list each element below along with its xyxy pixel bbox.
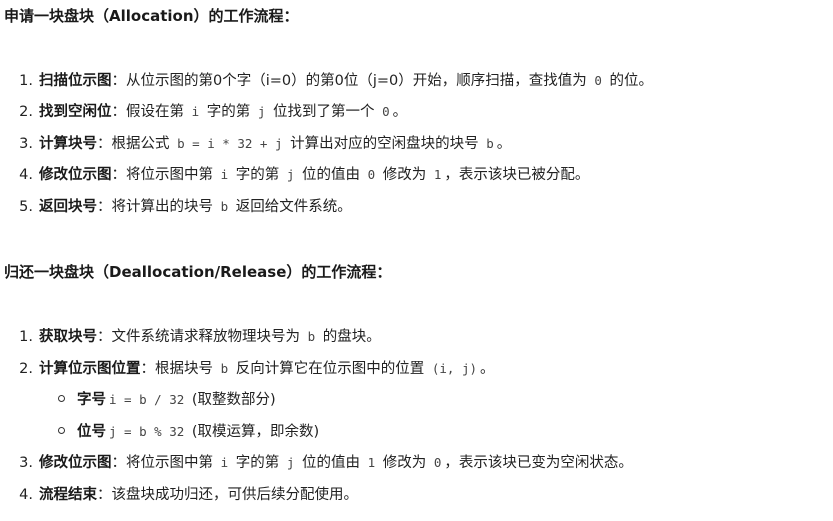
allocation-step-2: 2. 找到空闲位：假设在第 i 字的第 j 位找到了第一个 0。: [10, 102, 407, 122]
allocation-step-1: 1. 扫描位示图：从位示图的第0个字（i=0）的第0位（j=0）开始，顺序扫描，查…: [10, 71, 653, 91]
inline-code: j: [257, 104, 266, 119]
step-text: 字的第: [231, 167, 284, 183]
step-number: 2.: [19, 361, 33, 377]
step-label: 计算块号: [39, 136, 97, 152]
inline-code: (i, j): [431, 361, 478, 376]
inline-code: j: [286, 167, 295, 182]
inline-code: i: [220, 455, 229, 470]
step-text: ：根据块号: [140, 361, 218, 377]
circle-bullet-icon: [58, 395, 65, 402]
deallocation-step-1: 1. 获取块号：文件系统请求释放物理块号为 b 的盘块。: [10, 327, 381, 347]
step-text: 的盘块。: [318, 329, 381, 345]
step-number: 2.: [19, 104, 33, 120]
substep-label: 位号: [77, 424, 106, 440]
allocation-step-4: 4. 修改位示图：将位示图中第 i 字的第 j 位的值由 0 修改为 1 ，表示该块…: [10, 165, 589, 185]
step-text: ：将计算出的块号: [97, 199, 218, 215]
deallocation-step-4: 4. 流程结束：该盘块成功归还，可供后续分配使用。: [10, 485, 358, 505]
step-text: 位的值由: [297, 455, 365, 471]
allocation-step-3: 3. 计算块号：根据公式 b = i * 32 + j 计算出对应的空闲盘块的块号…: [10, 134, 511, 154]
step-text: 计算出对应的空闲盘块的块号: [285, 136, 484, 152]
step-text: 的位。: [604, 73, 654, 89]
step-number: 1.: [19, 73, 33, 89]
step-label: 计算位示图位置: [39, 361, 141, 377]
inline-code: 0: [594, 73, 602, 88]
step-text: ：从位示图的第0个字（i=0）的第0位（j=0）开始，顺序扫描，查找值为: [111, 73, 592, 89]
inline-code: j = b % 32: [109, 424, 185, 439]
allocation-step-5: 5. 返回块号：将计算出的块号 b 返回给文件系统。: [10, 197, 352, 217]
step-number: 4.: [19, 167, 33, 183]
inline-code: 0: [433, 455, 442, 470]
deallocation-step-2: 2. 计算位示图位置：根据块号 b 反向计算它在位示图中的位置 (i, j)。: [10, 359, 495, 379]
step-text: 位找到了第一个: [268, 104, 380, 120]
deallocation-substep-word-index: 字号 i = b / 32 (取整数部分): [58, 390, 276, 410]
step-label: 流程结束: [39, 487, 97, 503]
inline-code: i: [220, 167, 229, 182]
step-text: ，表示该块已被分配。: [444, 167, 590, 183]
step-text: ：根据公式: [97, 136, 175, 152]
inline-code: i = b / 32: [109, 392, 185, 407]
step-number: 3.: [19, 455, 33, 471]
substep-text: (取模运算，即余数): [187, 424, 320, 440]
step-number: 3.: [19, 136, 33, 152]
inline-code: j: [286, 455, 295, 470]
document-page: 申请一块盘块（Allocation）的工作流程： 1. 扫描位示图：从位示图的第0…: [0, 0, 833, 521]
step-label: 修改位示图: [39, 455, 112, 471]
inline-code: b: [220, 361, 229, 376]
allocation-heading: 申请一块盘块（Allocation）的工作流程：: [4, 7, 299, 25]
substep-text: (取整数部分): [187, 392, 276, 408]
step-text: ：假设在第: [111, 104, 189, 120]
step-label: 获取块号: [39, 329, 97, 345]
step-text: ：该盘块成功归还，可供后续分配使用。: [97, 487, 358, 503]
inline-code: b = i * 32 + j: [177, 136, 283, 151]
step-text: 。: [496, 136, 512, 152]
step-label: 找到空闲位: [39, 104, 112, 120]
step-text: 位的值由: [297, 167, 365, 183]
step-label: 返回块号: [39, 199, 97, 215]
step-text: 反向计算它在位示图中的位置: [231, 361, 429, 377]
step-text: ，表示该块已变为空闲状态。: [444, 455, 633, 471]
inline-code: b: [220, 199, 229, 214]
step-number: 4.: [19, 487, 33, 503]
step-text: 返回给文件系统。: [231, 199, 352, 215]
step-text: ：文件系统请求释放物理块号为: [97, 329, 305, 345]
deallocation-step-3: 3. 修改位示图：将位示图中第 i 字的第 j 位的值由 1 修改为 0 ，表示该块…: [10, 453, 633, 473]
inline-code: 1: [367, 455, 376, 470]
step-number: 5.: [19, 199, 33, 215]
deallocation-substep-bit-index: 位号 j = b % 32 (取模运算，即余数): [58, 422, 319, 442]
step-text: 。: [480, 361, 495, 377]
inline-code: i: [191, 104, 200, 119]
step-text: ：将位示图中第: [111, 167, 218, 183]
step-label: 修改位示图: [39, 167, 112, 183]
step-text: 。: [392, 104, 408, 120]
inline-code: b: [307, 329, 316, 344]
step-text: 字的第: [202, 104, 255, 120]
step-text: 修改为: [378, 167, 431, 183]
inline-code: 0: [367, 167, 376, 182]
step-number: 1.: [19, 329, 33, 345]
inline-code: b: [486, 136, 494, 151]
step-label: 扫描位示图: [39, 73, 112, 89]
inline-code: 0: [382, 104, 390, 119]
step-text: 字的第: [231, 455, 284, 471]
circle-bullet-icon: [58, 427, 65, 434]
inline-code: 1: [433, 167, 442, 182]
substep-label: 字号: [77, 392, 106, 408]
deallocation-heading: 归还一块盘块（Deallocation/Release）的工作流程：: [4, 263, 392, 281]
step-text: ：将位示图中第: [111, 455, 218, 471]
step-text: 修改为: [378, 455, 431, 471]
